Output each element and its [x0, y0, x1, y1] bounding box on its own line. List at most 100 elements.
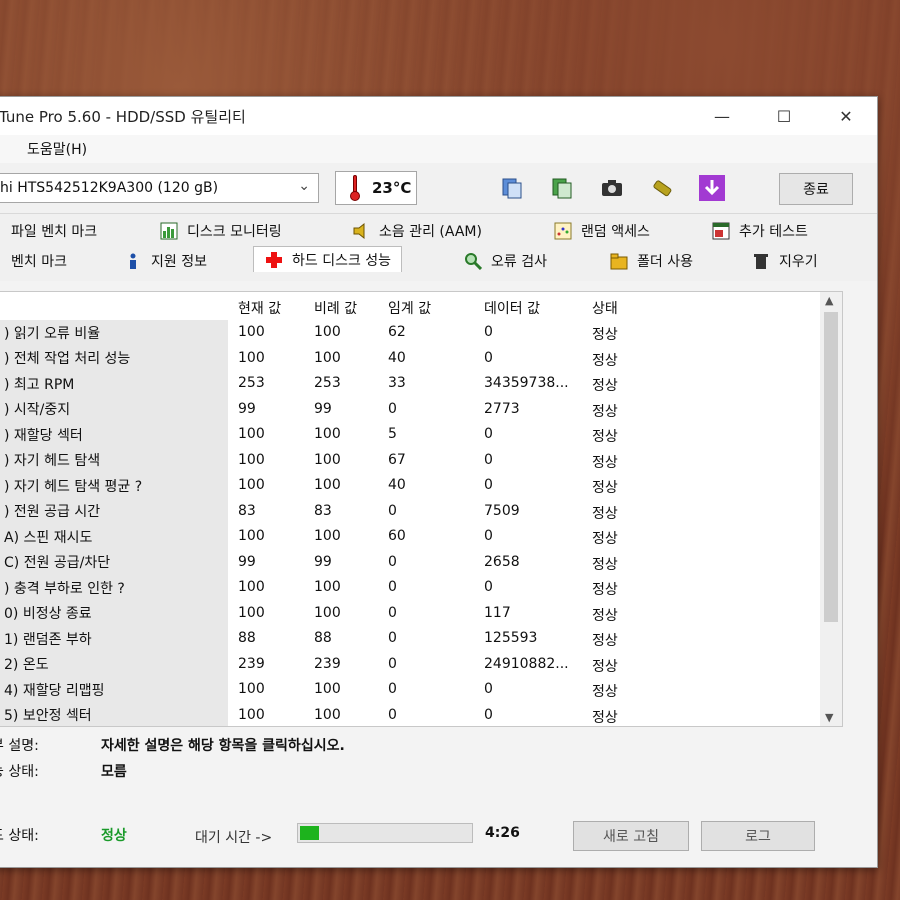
menu-help[interactable]: 도움말(H)	[27, 139, 87, 159]
performance-label: 능 상태:	[0, 764, 39, 780]
scrollbar-thumb[interactable]	[824, 312, 838, 622]
current-value: 83	[238, 502, 256, 519]
table-row[interactable]: ) 최고 RPM 253 253 33 34359738... 정상	[0, 371, 822, 397]
column-header-status[interactable]: 상태	[592, 298, 618, 318]
worst-value: 100	[314, 706, 341, 723]
tab-benchmark[interactable]: 벤치 마크	[11, 248, 67, 274]
refresh-button[interactable]: 새로 고침	[573, 821, 689, 851]
tab-file-benchmark[interactable]: 파일 벤치 마크	[11, 218, 97, 244]
tab-label: 폴더 사용	[637, 254, 693, 270]
threshold-value: 0	[388, 630, 397, 646]
tab-noise-management[interactable]: 소음 관리 (AAM)	[351, 218, 482, 244]
health-cross-icon	[264, 250, 284, 270]
status-value: 정상	[592, 607, 618, 624]
health-status-label: 드 상태:	[0, 828, 39, 844]
threshold-value: 33	[388, 375, 406, 391]
worst-value: 253	[314, 375, 341, 391]
raw-data-value: 0	[484, 324, 493, 340]
threshold-value: 0	[388, 706, 397, 723]
download-icon[interactable]	[695, 173, 729, 203]
column-header-data[interactable]: 데이터 값	[484, 298, 540, 318]
table-header: 현재 값 비례 값 임계 값 데이터 값 상태	[0, 292, 822, 320]
tab-hard-disk-health[interactable]: 하드 디스크 성능	[253, 246, 403, 272]
current-value: 253	[238, 375, 265, 391]
scroll-down-icon[interactable]: ▼	[825, 711, 833, 724]
scatter-icon	[553, 221, 573, 241]
chart-icon	[159, 221, 179, 241]
table-row[interactable]: ) 자기 헤드 탐색 평균 ? 100 100 40 0 정상	[0, 473, 822, 499]
column-header-threshold[interactable]: 임계 값	[388, 298, 431, 318]
table-row[interactable]: ) 전원 공급 시간 83 83 0 7509 정상	[0, 498, 822, 524]
table-row[interactable]: ) 읽기 오류 비율 100 100 62 0 정상	[0, 320, 822, 346]
tab-extra-tests[interactable]: 추가 테스트	[711, 218, 808, 244]
status-value: 정상	[592, 531, 618, 547]
trash-icon	[751, 251, 771, 271]
current-value: 100	[238, 681, 265, 697]
tab-random-access[interactable]: 랜덤 액세스	[553, 218, 650, 244]
table-row[interactable]: ) 자기 헤드 탐색 100 100 67 0 정상	[0, 447, 822, 473]
worst-value: 88	[314, 630, 332, 646]
drive-select-value: hi HTS542512K9A300 (120 gB)	[0, 180, 219, 196]
threshold-value: 60	[388, 528, 406, 544]
chevron-down-icon: ⌄	[298, 178, 310, 194]
status-value: 정상	[592, 684, 618, 700]
attribute-name: ) 읽기 오류 비율	[0, 320, 228, 346]
table-row[interactable]: 2) 온도 239 239 0 24910882... 정상	[0, 651, 822, 677]
copy-info-icon[interactable]	[495, 173, 529, 203]
column-header-worst[interactable]: 비례 값	[314, 298, 357, 318]
attribute-name: ) 자기 헤드 탐색	[0, 447, 228, 473]
camera-icon[interactable]	[595, 173, 629, 203]
status-value: 정상	[592, 556, 618, 573]
tab-error-scan[interactable]: 오류 검사	[463, 248, 547, 274]
current-value: 100	[238, 324, 265, 340]
table-row[interactable]: ) 전체 작업 처리 성능 100 100 40 0 정상	[0, 345, 822, 371]
raw-data-value: 0	[484, 706, 493, 723]
menu-bar: 도움말(H)	[0, 135, 877, 163]
close-button[interactable]: ✕	[815, 97, 877, 135]
tab-erase[interactable]: 지우기	[751, 248, 818, 274]
vertical-scrollbar[interactable]: ▲ ▼	[820, 292, 842, 726]
current-value: 100	[238, 528, 265, 544]
info-icon	[123, 251, 143, 271]
details-panel: 부 설명: 자세한 설명은 해당 항목을 클릭하십시오. 능 상태: 모름	[0, 731, 871, 791]
copy-all-icon[interactable]	[545, 173, 579, 203]
maximize-button[interactable]: ☐	[753, 97, 815, 135]
current-value: 100	[238, 579, 265, 595]
threshold-value: 0	[388, 502, 397, 519]
wait-progress-bar	[297, 823, 473, 843]
exit-button[interactable]: 종료	[779, 173, 853, 205]
table-row[interactable]: 5) 보안정 섹터 100 100 0 0 정상	[0, 702, 822, 726]
table-row[interactable]: 1) 랜덤존 부하 88 88 0 125593 정상	[0, 626, 822, 652]
tab-disk-monitor[interactable]: 디스크 모니터링	[159, 218, 282, 244]
status-value: 정상	[592, 378, 618, 394]
attribute-name: ) 시작/중지	[0, 396, 228, 422]
attribute-name: ) 충격 부하로 인한 ?	[0, 575, 228, 601]
column-header-current[interactable]: 현재 값	[238, 298, 281, 318]
tab-support-info[interactable]: 지원 정보	[123, 248, 207, 274]
log-button[interactable]: 로그	[701, 821, 815, 851]
table-row[interactable]: ) 재할당 섹터 100 100 5 0 정상	[0, 422, 822, 448]
raw-data-value: 0	[484, 451, 493, 468]
options-icon[interactable]	[645, 173, 679, 203]
scroll-up-icon[interactable]: ▲	[825, 294, 833, 307]
minimize-button[interactable]: —	[691, 97, 753, 135]
table-row[interactable]: A) 스핀 재시도 100 100 60 0 정상	[0, 524, 822, 550]
status-value: 정상	[592, 582, 618, 598]
threshold-value: 0	[388, 681, 397, 697]
drive-select[interactable]: hi HTS542512K9A300 (120 gB) ⌄	[0, 173, 319, 203]
description-value: 자세한 설명은 해당 항목을 클릭하십시오.	[101, 738, 345, 754]
current-value: 88	[238, 630, 256, 646]
table-row[interactable]: C) 전원 공급/차단 99 99 0 2658 정상	[0, 549, 822, 575]
table-row[interactable]: ) 시작/중지 99 99 0 2773 정상	[0, 396, 822, 422]
table-row[interactable]: 4) 재할당 리맵핑 100 100 0 0 정상	[0, 677, 822, 703]
tab-label: 지원 정보	[151, 254, 207, 270]
raw-data-value: 7509	[484, 502, 520, 519]
status-value: 정상	[592, 633, 618, 649]
threshold-value: 0	[388, 579, 397, 595]
table-row[interactable]: ) 충격 부하로 인한 ? 100 100 0 0 정상	[0, 575, 822, 601]
tab-folder-usage[interactable]: 폴더 사용	[609, 248, 693, 274]
window-title: Tune Pro 5.60 - HDD/SSD 유틸리티	[0, 107, 246, 126]
table-row[interactable]: 0) 비정상 종료 100 100 0 117 정상	[0, 600, 822, 626]
current-value: 100	[238, 349, 265, 366]
current-value: 100	[238, 604, 265, 621]
